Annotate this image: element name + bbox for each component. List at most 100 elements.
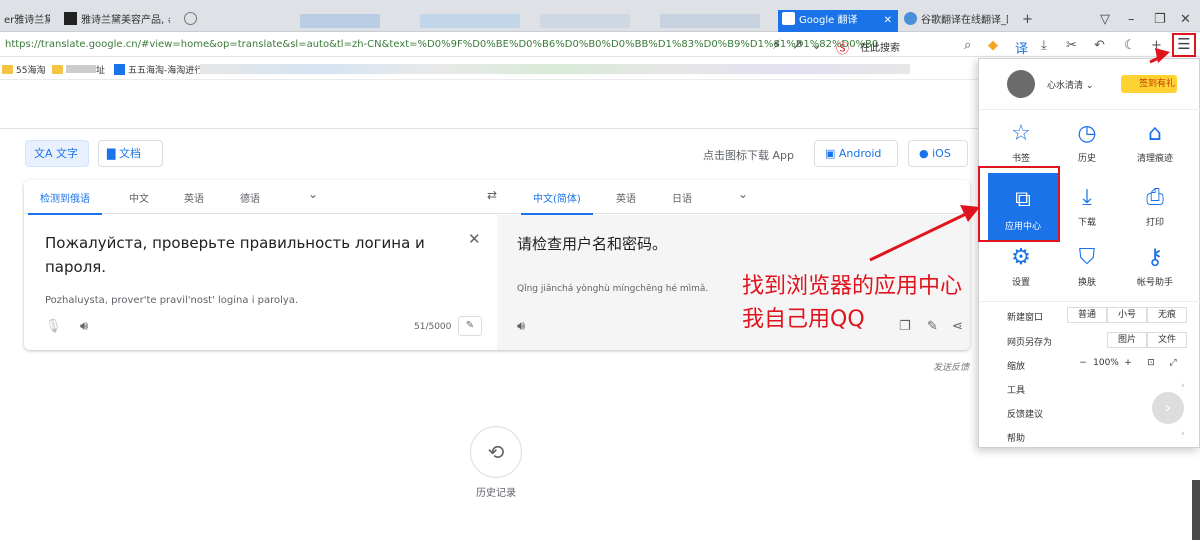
speaker-icon[interactable]: 🔊︎: [517, 319, 525, 334]
menu-item-bookmarks[interactable]: ☆ 书签: [991, 121, 1051, 164]
source-romanization: Pozhaluysta, prover'te pravil'nost' logi…: [45, 295, 299, 306]
zoom-in-button[interactable]: +: [1121, 356, 1135, 372]
menu-item-skin[interactable]: ⛉ 换肤: [1057, 245, 1117, 288]
tab[interactable]: [660, 14, 760, 28]
target-lang-selected[interactable]: 中文(简体): [521, 190, 593, 215]
moon-icon[interactable]: ☾: [1124, 38, 1136, 53]
scroll-top-button[interactable]: ›: [1152, 392, 1184, 424]
tab[interactable]: 谷歌翻译在线翻译_四: [900, 10, 1008, 32]
menu-item-settings[interactable]: ⚙ 设置: [991, 245, 1051, 288]
site-favicon-icon: [114, 64, 125, 75]
main-menu-button[interactable]: ☰: [1172, 33, 1196, 57]
menu-item-clear-traces[interactable]: ⌂ 清理痕迹: [1125, 121, 1185, 164]
new-window-incognito-button[interactable]: 无痕: [1147, 307, 1187, 323]
menu-item-history[interactable]: ◷ 历史: [1057, 121, 1117, 164]
tab[interactable]: er雅诗兰黛: [0, 10, 50, 32]
target-lang-option[interactable]: 日语: [672, 190, 692, 205]
share-icon[interactable]: ↗: [792, 38, 803, 53]
close-window-icon[interactable]: ✕: [1180, 12, 1191, 27]
scissors-icon[interactable]: ✂: [1066, 38, 1077, 53]
new-tab-icon[interactable]: +: [1022, 12, 1033, 27]
mode-text-button[interactable]: 文A 文字: [25, 140, 89, 167]
save-as-image-button[interactable]: 图片: [1107, 332, 1147, 348]
mode-text-label: 文字: [56, 147, 79, 160]
star-icon: ☆: [1011, 121, 1031, 146]
add-icon[interactable]: +: [1151, 38, 1162, 53]
tab-bar: er雅诗兰黛 雅诗兰黛美容产品, # Google 翻译 ✕ 谷歌翻译在线翻译_四…: [0, 0, 1200, 32]
microphone-icon[interactable]: 🎙︎: [45, 319, 62, 334]
source-lang-option[interactable]: 英语: [184, 190, 204, 205]
search-box-label[interactable]: 在此搜索: [860, 39, 900, 54]
tab[interactable]: [300, 14, 380, 28]
save-as-file-button[interactable]: 文件: [1147, 332, 1187, 348]
source-lang-detected[interactable]: 检测到俄语: [28, 190, 102, 215]
target-text: 请检查用户名和密码。: [517, 235, 668, 253]
menu-item-download[interactable]: ⤓ 下载: [1057, 185, 1117, 228]
send-feedback-link[interactable]: 发送反馈: [933, 360, 969, 373]
source-lang-option[interactable]: 德语: [240, 190, 260, 205]
bookmark-item[interactable]: 五五海淘-海淘进行: [114, 63, 203, 76]
android-label: Android: [838, 147, 882, 160]
source-text[interactable]: Пожалуйста, проверьте правильность логин…: [45, 231, 455, 279]
checkin-button[interactable]: 签到有礼: [1121, 75, 1177, 93]
history-button[interactable]: ⟲: [470, 426, 522, 478]
user-name[interactable]: 心水清清 ⌄: [1047, 78, 1093, 91]
tab-google-translate[interactable]: Google 翻译 ✕: [778, 10, 898, 32]
close-tab-icon[interactable]: ✕: [884, 10, 892, 32]
menu-item-feedback[interactable]: 反馈建议: [1007, 407, 1043, 420]
scrollbar-thumb[interactable]: [1192, 480, 1200, 540]
divider: [979, 301, 1200, 302]
pencil-icon[interactable]: ✎: [458, 316, 482, 336]
menu-item-label: 设置: [1011, 278, 1030, 288]
avatar[interactable]: [1007, 70, 1035, 98]
mode-doc-label: 文档: [118, 147, 141, 160]
chevron-right-icon: ›: [1181, 381, 1185, 391]
android-button[interactable]: ▣ Android: [814, 140, 898, 167]
menu-item-account-helper[interactable]: ⚷ 帐号助手: [1125, 245, 1185, 288]
game-icon[interactable]: ◆: [988, 38, 998, 53]
source-lang-option[interactable]: 中文: [129, 190, 149, 205]
document-icon: ▇: [107, 147, 119, 160]
address-bar: https://translate.google.cn/#view=home&o…: [0, 33, 1200, 57]
url-field[interactable]: https://translate.google.cn/#view=home&o…: [5, 39, 878, 50]
menu-item-help[interactable]: 帮助: [1007, 431, 1025, 444]
search-icon[interactable]: ⌕: [964, 38, 971, 53]
tab[interactable]: [540, 14, 630, 28]
translate-icon[interactable]: 译: [1015, 38, 1028, 57]
mode-doc-button[interactable]: ▇ 文档: [98, 140, 163, 167]
bookmark-item[interactable]: 55海淘: [2, 63, 45, 76]
clear-text-icon[interactable]: ✕: [468, 230, 481, 248]
restore-icon[interactable]: ❐: [1154, 12, 1166, 27]
tab[interactable]: 雅诗兰黛美容产品, #: [60, 10, 170, 32]
undo-icon[interactable]: ↶: [1094, 38, 1105, 53]
minimize-icon[interactable]: –: [1128, 12, 1135, 27]
annotation-line: 找到浏览器的应用中心: [742, 274, 963, 299]
lock-icon[interactable]: ⊡: [1143, 356, 1159, 372]
chevron-down-icon[interactable]: ⌄: [811, 38, 822, 53]
ios-button[interactable]: ● iOS: [908, 140, 968, 167]
zoom-out-button[interactable]: −: [1075, 356, 1091, 372]
browser-menu: 心水清清 ⌄ 签到有礼 ☆ 书签 ◷ 历史 ⌂ 清理痕迹 ⧉ 应用中心 ⤓ 下载 ⎙ 打印 …: [978, 58, 1200, 448]
menu-item-label: 历史: [1077, 154, 1096, 164]
google-translate-favicon-icon: [782, 12, 795, 25]
fullscreen-icon[interactable]: ⤢: [1165, 356, 1181, 372]
download-icon[interactable]: ⤓: [1041, 38, 1047, 53]
tab[interactable]: [180, 10, 280, 32]
new-window-normal-button[interactable]: 普通: [1067, 307, 1107, 323]
search-engine-icon[interactable]: Ⓢ: [836, 38, 849, 57]
menu-item-print[interactable]: ⎙ 打印: [1125, 185, 1185, 228]
bookmark-item[interactable]: 址: [52, 63, 105, 76]
target-lang-option[interactable]: 英语: [616, 190, 636, 205]
shirt-icon[interactable]: ▽: [1100, 12, 1110, 27]
target-lang-more-icon[interactable]: ⌄: [738, 187, 748, 201]
source-lang-more-icon[interactable]: ⌄: [308, 187, 318, 201]
menu-item-label: 下载: [1077, 218, 1096, 228]
tab[interactable]: [420, 14, 520, 28]
lightning-icon[interactable]: ⚡: [772, 38, 781, 53]
menu-item-tools[interactable]: 工具: [1007, 383, 1025, 396]
ios-label: iOS: [932, 147, 951, 160]
swap-languages-icon[interactable]: ⇄: [487, 188, 497, 202]
new-window-small-button[interactable]: 小号: [1107, 307, 1147, 323]
speaker-icon[interactable]: 🔊︎: [80, 319, 88, 334]
bookmark-label: 址: [96, 66, 106, 76]
